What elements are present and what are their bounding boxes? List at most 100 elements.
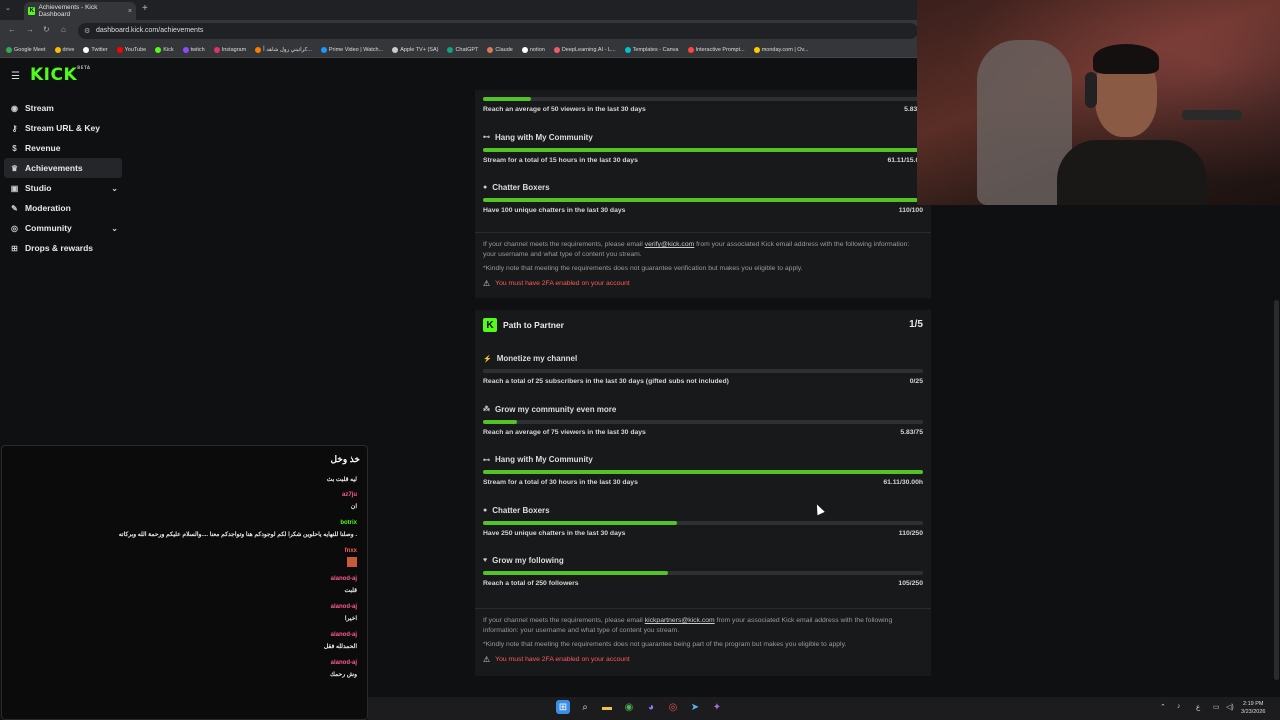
chat-icon: ● — [483, 506, 488, 514]
requirements-note: If your channel meets the requirements, … — [483, 240, 913, 260]
bookmark-item[interactable]: كراتيني رول شاهد أ... — [255, 46, 312, 53]
tray-chevron-icon[interactable]: ⌃ — [1160, 703, 1166, 711]
chat-username[interactable]: alanod-aj — [331, 604, 357, 610]
wrench-icon: ✎ — [11, 203, 18, 213]
reload-icon[interactable]: ↻ — [43, 25, 50, 34]
sidebar-item-stream-url-key[interactable]: ⚷ Stream URL & Key — [4, 118, 122, 138]
bookmark-item[interactable]: Instagram — [213, 46, 247, 53]
chat-message: az7ju ان — [342, 492, 357, 510]
bookmark-item[interactable]: Twitter — [83, 46, 108, 53]
achievement-row: ⁂ Grow my community even more Reach an ave… — [483, 405, 923, 445]
page-scrollbar[interactable] — [1274, 300, 1279, 680]
sidebar-item-studio[interactable]: ▣ Studio ⌄ — [4, 178, 122, 198]
chat-text: الحمدلله فقل — [323, 644, 357, 650]
bookmark-item[interactable]: YouTube — [116, 46, 146, 53]
verification-card: Reach an average of 50 viewers in the la… — [475, 90, 931, 298]
windows-start-icon[interactable]: ⊞ — [556, 700, 570, 714]
chevron-down-icon[interactable]: ⌄ — [111, 224, 118, 233]
new-tab-button[interactable]: + — [142, 3, 148, 14]
bookmark-item[interactable]: DeepLearning.AI - L... — [553, 46, 616, 53]
site-info-icon[interactable]: ⚙ — [84, 27, 90, 35]
close-tab-icon[interactable]: × — [128, 8, 132, 15]
chat-username[interactable]: az7ju — [342, 492, 357, 498]
bookmark-favicon-icon — [753, 46, 760, 53]
search-icon[interactable]: ⌕ — [578, 700, 592, 714]
bookmark-item[interactable]: Prime Video | Watch... — [320, 46, 383, 53]
browser-tab[interactable]: K Achievements - Kick Dashboard × — [24, 2, 136, 20]
chat-username[interactable]: alanod-aj — [324, 632, 357, 638]
sidebar-item-label: Studio — [25, 183, 52, 193]
chat-username[interactable]: alanod-aj — [331, 576, 357, 582]
chat-text: وصلنا للنهايه ياحلوين شكرا لكم لوجودكم ه… — [118, 532, 357, 538]
achievement-progress-bar — [483, 147, 923, 152]
dumbbell-icon: ⊷ — [483, 456, 490, 464]
key-icon: ⚷ — [11, 123, 18, 133]
bookmark-item[interactable]: Google Meet — [6, 46, 46, 53]
tab-list-icon[interactable]: ⌄ — [5, 4, 11, 12]
bookmark-label: Apple TV+ (SA) — [400, 46, 439, 53]
bookmark-item[interactable]: Interactive Prompt... — [687, 46, 745, 53]
file-explorer-icon[interactable]: ▬ — [600, 700, 614, 714]
bookmark-label: Instagram — [221, 46, 247, 53]
sidebar-item-community[interactable]: ◎ Community ⌄ — [4, 218, 122, 238]
chat-message: alanod-aj قلبت — [331, 576, 357, 594]
achievement-row: ⊷ Hang with My Community Stream for a tota… — [483, 133, 923, 173]
chat-username[interactable]: fnxx — [345, 548, 357, 554]
achievement-title: ⊷ Hang with My Community — [483, 455, 593, 464]
url-input[interactable]: ⚙ dashboard.kick.com/achievements — [78, 23, 918, 39]
chrome-icon[interactable]: ◉ — [622, 700, 636, 714]
email-link[interactable]: kickpartners@kick.com — [645, 617, 715, 624]
bookmark-label: Claude — [495, 46, 513, 53]
bookmark-item[interactable]: twitch — [182, 46, 205, 53]
path-to-partner-card: K Path to Partner 1/5 ⚡ Monetize my chann… — [475, 310, 931, 676]
back-icon[interactable]: ← — [8, 25, 16, 34]
bookmark-item[interactable]: Kick — [155, 46, 174, 53]
chat-message: fnxx — [345, 548, 357, 569]
volume-tray-icon[interactable]: ◁) — [1226, 703, 1234, 711]
sidebar-item-label: Moderation — [25, 203, 71, 213]
taskbar-clock[interactable]: 2:19 PM 3/23/2026 — [1241, 700, 1265, 716]
kick-logo[interactable]: KICKBETA — [30, 65, 90, 85]
email-link[interactable]: verify@kick.com — [645, 241, 695, 248]
sidebar-item-moderation[interactable]: ✎ Moderation — [4, 198, 122, 218]
mic-tray-icon[interactable]: ♪ — [1177, 703, 1181, 710]
achievement-progress-bar — [483, 470, 923, 474]
language-tray-icon[interactable]: ع — [1196, 703, 1200, 711]
bookmark-item[interactable]: Apple TV+ (SA) — [392, 46, 439, 53]
note-text: If your channel meets the requirements, … — [483, 617, 645, 624]
menu-icon[interactable]: ☰ — [11, 71, 20, 82]
achievement-row: ● Chatter Boxers Have 100 unique chatters … — [483, 183, 923, 223]
app-icon[interactable]: ✦ — [710, 700, 724, 714]
requirements-note: If your channel meets the requirements, … — [483, 616, 913, 636]
bookmark-item[interactable]: Templates - Canva — [624, 46, 679, 53]
network-tray-icon[interactable]: ▭ — [1213, 703, 1220, 711]
obs-icon[interactable]: ◎ — [666, 700, 680, 714]
chat-username[interactable]: botrix — [119, 520, 357, 526]
forward-icon[interactable]: → — [26, 25, 34, 34]
sidebar-item-revenue[interactable]: $ Revenue — [4, 138, 122, 158]
bookmark-item[interactable]: Claude — [487, 46, 513, 53]
sidebar-item-label: Community — [25, 223, 72, 233]
achievement-description: Stream for a total of 30 hours in the la… — [483, 479, 638, 486]
bookmark-favicon-icon — [447, 46, 454, 53]
taskbar — [368, 697, 1280, 720]
achievement-title: ● Chatter Boxers — [483, 506, 550, 515]
chevron-down-icon[interactable]: ⌄ — [111, 184, 118, 193]
sidebar-item-stream[interactable]: ◉ Stream — [4, 98, 122, 118]
bookmark-item[interactable]: ChatGPT — [447, 46, 478, 53]
bookmark-item[interactable]: drive — [54, 46, 74, 53]
home-icon[interactable]: ⌂ — [61, 25, 66, 34]
chat-text: اخيرا — [344, 616, 357, 622]
bookmark-item[interactable]: monday.com | Ov... — [753, 46, 809, 53]
discord-icon[interactable]: ◕ — [644, 700, 658, 714]
streamer-hair — [1093, 44, 1159, 74]
steam-icon[interactable]: ➤ — [688, 700, 702, 714]
achievement-progress-bar — [483, 198, 923, 202]
sidebar-item-achievements[interactable]: ♛ Achievements — [4, 158, 122, 178]
chat-username[interactable]: alanod-aj — [330, 660, 357, 666]
warning-text: You must have 2FA enabled on your accoun… — [495, 656, 630, 663]
bookmark-favicon-icon — [213, 46, 220, 53]
url-text: dashboard.kick.com/achievements — [96, 27, 204, 34]
sidebar-item-drops-rewards[interactable]: ⊞ Drops & rewards — [4, 238, 122, 258]
bookmark-item[interactable]: notion — [521, 46, 545, 53]
